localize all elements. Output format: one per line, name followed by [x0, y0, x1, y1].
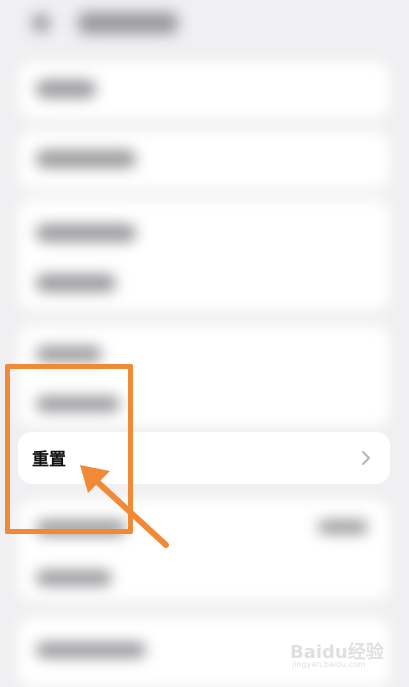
settings-card-2 [18, 132, 390, 188]
settings-card-1 [18, 62, 390, 118]
chevron-right-icon [362, 451, 370, 465]
settings-card-3 [18, 200, 390, 310]
back-icon [32, 14, 50, 32]
page-title [78, 12, 178, 34]
baidu-watermark: Baidu经验 jingyan.baidu.com [290, 632, 400, 672]
pointer-arrow-icon [80, 465, 169, 548]
watermark-domain: jingyan.baidu.com [292, 660, 366, 669]
